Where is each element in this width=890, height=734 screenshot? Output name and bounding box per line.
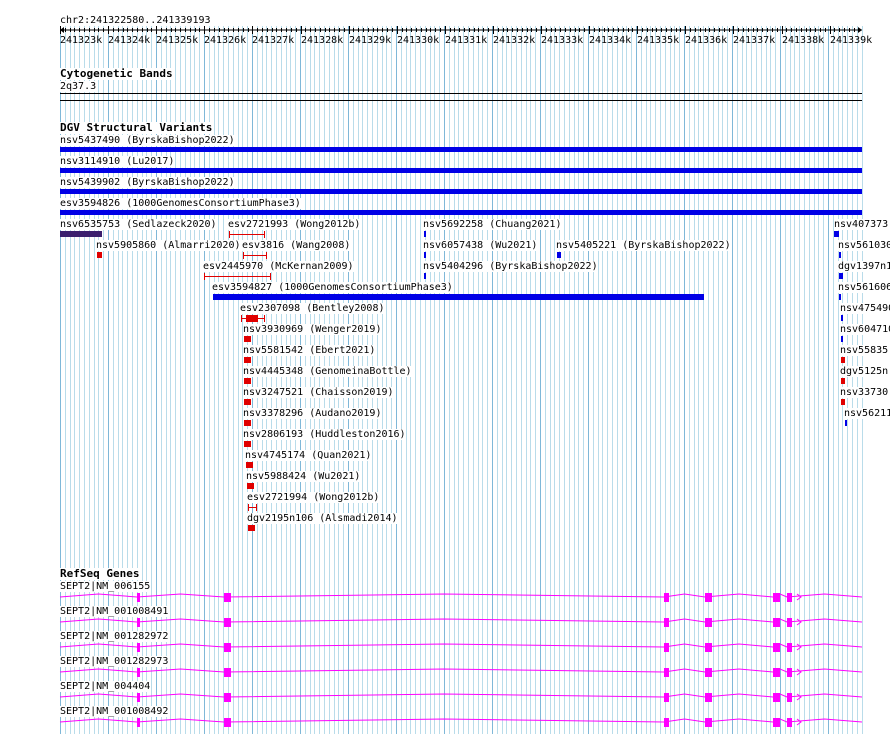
exon-block [705,668,712,677]
exon-block [137,718,140,727]
exon-block [137,593,140,602]
intron-line [59,718,863,723]
gene-model [59,693,863,702]
genome-browser-view: chr2:241322580..241339193 241323k 241324k… [0,0,890,734]
strand-arrow-icon [796,618,802,626]
intron-line [59,618,863,623]
intron-line [59,643,863,648]
intron-line [59,693,863,698]
exon-block [787,718,792,727]
exon-block [787,618,792,627]
exon-block [224,718,231,727]
exon-block [705,693,712,702]
exon-block [664,618,669,627]
exon-block [224,668,231,677]
exon-block [664,718,669,727]
exon-block [137,618,140,627]
intron-line [59,668,863,673]
exon-block [705,593,712,602]
strand-arrow-icon [796,693,802,701]
exon-block [773,593,780,602]
strand-arrow-icon [796,593,802,601]
exon-block [773,668,780,677]
strand-arrow-icon [796,643,802,651]
exon-block [705,718,712,727]
exon-block [705,643,712,652]
exon-block [787,693,792,702]
exon-block [137,668,140,677]
gene-model [59,593,863,602]
exon-block [664,643,669,652]
gene-model [59,643,863,652]
exon-block [773,718,780,727]
exon-block [705,618,712,627]
intron-line [59,593,863,598]
exon-block [787,593,792,602]
exon-block [773,618,780,627]
exon-block [773,693,780,702]
strand-arrow-icon [796,668,802,676]
refseq-gene-models[interactable] [0,0,890,734]
exon-block [664,668,669,677]
exon-block [773,643,780,652]
exon-block [224,693,231,702]
gene-model [59,668,863,677]
exon-block [664,593,669,602]
exon-block [787,668,792,677]
exon-block [224,618,231,627]
gene-model [59,718,863,727]
gene-model [59,618,863,627]
exon-block [137,693,140,702]
exon-block [664,693,669,702]
exon-block [224,643,231,652]
exon-block [224,593,231,602]
exon-block [787,643,792,652]
exon-block [137,643,140,652]
strand-arrow-icon [796,718,802,726]
